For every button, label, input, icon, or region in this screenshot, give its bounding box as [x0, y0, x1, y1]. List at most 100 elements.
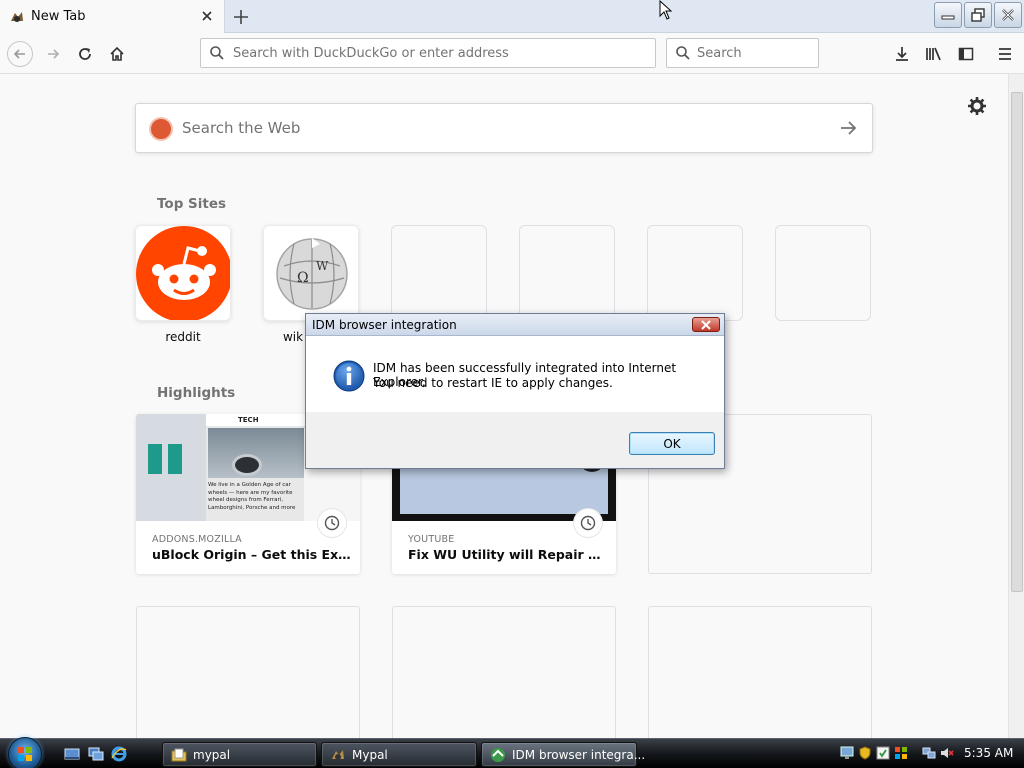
top-site-label: reddit: [165, 330, 201, 344]
sidebar-button[interactable]: [954, 42, 978, 66]
close-icon: [1002, 9, 1014, 21]
task-label: mypal: [193, 748, 231, 762]
highlight-host: ADDONS.MOZILLA: [152, 534, 242, 545]
folder-icon: [171, 748, 187, 762]
address-input[interactable]: [233, 39, 643, 67]
taskbar-clock[interactable]: 5:35 AM: [964, 746, 1013, 760]
tab-strip: New Tab: [0, 0, 1024, 34]
network-icon[interactable]: [922, 746, 936, 760]
sidebar-icon: [958, 47, 974, 61]
minimize-button[interactable]: [934, 2, 962, 28]
navigation-toolbar: [0, 33, 1024, 74]
restore-icon: [971, 8, 985, 22]
clock-icon: [318, 509, 346, 537]
library-button[interactable]: [922, 42, 946, 66]
close-window-button[interactable]: [994, 2, 1022, 28]
task-label: Mypal: [352, 748, 388, 762]
highlight-empty: [392, 606, 616, 738]
svg-text:W: W: [316, 259, 329, 273]
forward-arrow-icon: [48, 49, 60, 59]
show-desktop-icon[interactable]: [64, 746, 80, 762]
search-input[interactable]: [697, 39, 812, 67]
mypal-icon: [332, 750, 344, 760]
ok-button[interactable]: OK: [629, 432, 715, 455]
taskbar-item-folder[interactable]: mypal: [162, 742, 317, 767]
downloads-button[interactable]: [890, 42, 914, 66]
top-site-empty: [647, 225, 743, 321]
idm-dialog: IDM browser integration IDM has been suc…: [305, 313, 725, 469]
duckduckgo-logo-icon: [149, 117, 173, 141]
mypal-icon: [11, 12, 23, 22]
wikipedia-icon: Ω W: [276, 238, 348, 310]
dialog-titlebar[interactable]: IDM browser integration: [306, 314, 724, 336]
security-shield-icon[interactable]: [858, 746, 872, 760]
close-tab-icon[interactable]: [199, 8, 215, 24]
idm-tray-icon[interactable]: [876, 746, 890, 760]
reload-icon: [79, 48, 91, 60]
taskbar: mypal Mypal IDM browser integra... 5:35 …: [0, 737, 1024, 768]
dialog-title: IDM browser integration: [312, 318, 457, 332]
highlights-heading: Highlights: [157, 385, 236, 401]
menu-button[interactable]: [993, 42, 1017, 66]
back-button[interactable]: [7, 41, 33, 67]
back-arrow-icon: [13, 49, 25, 59]
network-monitor-icon[interactable]: [840, 746, 854, 760]
start-button[interactable]: [8, 737, 42, 768]
reddit-icon: [136, 226, 230, 320]
thumb-text: We live in a Golden Age of car wheels — …: [208, 482, 296, 511]
volume-muted-icon[interactable]: [940, 746, 954, 760]
mouse-cursor-icon: [659, 0, 673, 20]
forward-button[interactable]: [40, 41, 66, 67]
top-site-empty: [391, 225, 487, 321]
scrollbar-thumb[interactable]: [1011, 92, 1023, 592]
new-tab-icon[interactable]: [230, 6, 252, 28]
dialog-close-button[interactable]: [692, 317, 720, 332]
top-site-empty: [775, 225, 871, 321]
web-search-box[interactable]: [135, 103, 873, 153]
info-icon: [333, 360, 365, 392]
windows-logo-icon: [18, 747, 32, 761]
top-sites-heading: Top Sites: [157, 196, 227, 212]
library-icon: [926, 47, 941, 61]
address-bar[interactable]: [200, 38, 656, 68]
thumb-heading: TECH: [238, 416, 259, 424]
download-icon: [896, 47, 908, 61]
dialog-body: IDM has been successfully integrated int…: [306, 336, 724, 412]
clock-icon: [574, 509, 602, 537]
top-site-empty: [519, 225, 615, 321]
search-bar[interactable]: [666, 38, 819, 68]
hamburger-menu-icon: [999, 48, 1011, 60]
idm-icon: [491, 748, 505, 762]
window-controls: [934, 2, 1022, 28]
minimize-icon: [941, 15, 955, 20]
highlight-title: uBlock Origin – Get this Extensio...: [152, 547, 352, 562]
home-button[interactable]: [104, 41, 130, 67]
taskbar-item-idm[interactable]: IDM browser integra...: [481, 742, 645, 767]
close-icon: [701, 319, 711, 330]
reload-button[interactable]: [72, 41, 98, 67]
search-submit-arrow-icon[interactable]: [838, 118, 858, 138]
highlight-host: YOUTUBE: [408, 534, 455, 545]
highlight-empty: [648, 606, 872, 738]
system-tray: 5:35 AM: [836, 742, 1024, 766]
svg-text:Ω: Ω: [297, 270, 309, 286]
tab-new-tab[interactable]: New Tab: [0, 0, 225, 34]
highlight-title: Fix WU Utility will Repair & Fix ...: [408, 547, 608, 562]
search-icon: [676, 46, 690, 60]
dialog-message-line2: You need to restart IE to apply changes.: [373, 376, 613, 390]
top-site-reddit[interactable]: [135, 225, 231, 321]
gear-icon[interactable]: [966, 95, 988, 117]
highlight-empty: [136, 606, 360, 738]
restore-button[interactable]: [964, 2, 992, 28]
top-site-wikipedia[interactable]: Ω W: [263, 225, 359, 321]
windows-update-icon[interactable]: [894, 746, 908, 760]
vertical-scrollbar[interactable]: [1008, 74, 1024, 738]
tab-title: New Tab: [31, 9, 86, 24]
home-icon: [110, 46, 124, 61]
search-icon: [210, 46, 224, 60]
internet-explorer-icon[interactable]: [111, 746, 127, 762]
web-search-input[interactable]: [182, 104, 822, 152]
task-label: IDM browser integra...: [512, 748, 646, 762]
switch-windows-icon[interactable]: [88, 746, 104, 762]
taskbar-item-mypal[interactable]: Mypal: [321, 742, 477, 767]
